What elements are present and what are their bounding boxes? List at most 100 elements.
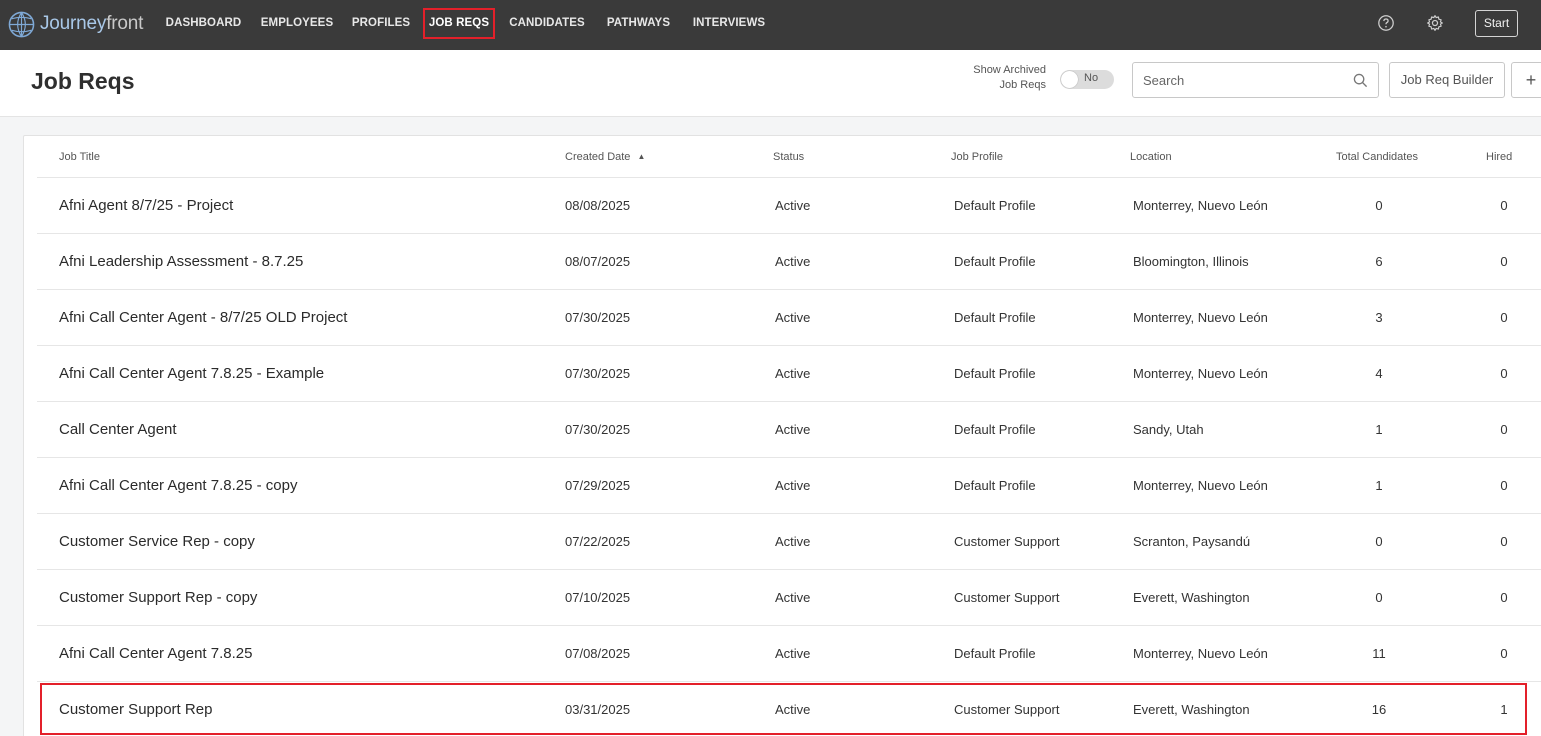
job-title-cell[interactable]: Afni Call Center Agent - 8/7/25 OLD Proj… [59, 309, 347, 326]
column-header-created-date-label: Created Date [565, 151, 631, 163]
sort-ascending-icon: ▲ [637, 152, 646, 161]
logo-text-journey: Journey [40, 13, 107, 34]
hired-cell: 1 [1500, 702, 1508, 717]
status-cell: Active [775, 366, 811, 381]
page-title: Job Reqs [31, 68, 135, 94]
show-archived-toggle[interactable]: No [1060, 70, 1114, 89]
status-cell: Active [775, 702, 811, 717]
created-date-cell: 07/10/2025 [565, 590, 631, 605]
job-profile-cell: Default Profile [954, 646, 1036, 661]
location-cell: Sandy, Utah [1133, 422, 1204, 437]
location-cell: Everett, Washington [1133, 702, 1250, 717]
hired-cell: 0 [1500, 366, 1508, 381]
logo-text-front: front [106, 13, 144, 34]
status-cell: Active [775, 534, 811, 549]
created-date-cell: 03/31/2025 [565, 702, 631, 717]
table-row[interactable]: Afni Call Center Agent 7.8.25 - copy 07/2… [37, 457, 1541, 513]
job-profile-cell: Default Profile [954, 478, 1036, 493]
job-profile-cell: Default Profile [954, 366, 1036, 381]
created-date-cell: 07/29/2025 [565, 478, 631, 493]
job-title-cell[interactable]: Afni Call Center Agent 7.8.25 - copy [59, 477, 297, 494]
column-header-hired[interactable]: Hired [1486, 151, 1512, 163]
status-cell: Active [775, 254, 811, 269]
status-cell: Active [775, 422, 811, 437]
location-cell: Monterrey, Nuevo León [1133, 646, 1268, 661]
column-header-location[interactable]: Location [1130, 151, 1172, 163]
location-cell: Bloomington, Illinois [1133, 254, 1249, 269]
add-job-req-button[interactable]: + [1511, 62, 1541, 98]
nav-pathways[interactable]: PATHWAYS [603, 8, 674, 39]
hired-cell: 0 [1500, 646, 1508, 661]
job-title-cell[interactable]: Customer Support Rep [59, 701, 212, 718]
table-row[interactable]: Afni Call Center Agent 7.8.25 07/08/2025 A… [37, 625, 1541, 681]
total-candidates-cell: 0 [1375, 534, 1383, 549]
location-cell: Monterrey, Nuevo León [1133, 478, 1268, 493]
nav-dashboard[interactable]: DASHBOARD [163, 8, 244, 39]
table-row[interactable]: Afni Leadership Assessment - 8.7.25 08/07… [37, 233, 1541, 289]
total-candidates-cell: 4 [1375, 366, 1383, 381]
status-cell: Active [775, 310, 811, 325]
status-cell: Active [775, 646, 811, 661]
job-title-cell[interactable]: Afni Call Center Agent 7.8.25 - Example [59, 365, 324, 382]
total-candidates-cell: 11 [1372, 646, 1386, 661]
job-profile-cell: Customer Support [954, 534, 1060, 549]
column-header-job-profile[interactable]: Job Profile [951, 151, 1003, 163]
hired-cell: 0 [1500, 198, 1508, 213]
status-cell: Active [775, 198, 811, 213]
job-title-cell[interactable]: Afni Agent 8/7/25 - Project [59, 197, 233, 214]
column-header-total-candidates[interactable]: Total Candidates [1336, 151, 1418, 163]
table-row[interactable]: Afni Call Center Agent 7.8.25 - Example 0… [37, 345, 1541, 401]
search-input[interactable] [1143, 71, 1343, 89]
job-profile-cell: Default Profile [954, 198, 1036, 213]
table-row[interactable]: Afni Agent 8/7/25 - Project 08/08/2025 Act… [37, 177, 1541, 233]
table-row[interactable]: Customer Support Rep 03/31/2025 Active Cust… [37, 681, 1541, 736]
nav-job-reqs[interactable]: JOB REQS [423, 8, 495, 39]
show-archived-line1: Show Archived [973, 64, 1046, 76]
created-date-cell: 07/30/2025 [565, 366, 631, 381]
job-title-cell[interactable]: Afni Leadership Assessment - 8.7.25 [59, 253, 303, 270]
search-icon[interactable] [1353, 73, 1368, 88]
total-candidates-cell: 16 [1371, 702, 1387, 717]
location-cell: Monterrey, Nuevo León [1133, 366, 1268, 381]
location-cell: Monterrey, Nuevo León [1133, 198, 1268, 213]
job-profile-cell: Customer Support [954, 590, 1060, 605]
column-header-job-title[interactable]: Job Title [59, 151, 100, 163]
status-cell: Active [775, 478, 811, 493]
table-row[interactable]: Afni Call Center Agent - 8/7/25 OLD Proj… [37, 289, 1541, 345]
column-header-status[interactable]: Status [773, 151, 804, 163]
status-cell: Active [775, 590, 811, 605]
hired-cell: 0 [1500, 534, 1508, 549]
job-req-builder-button[interactable]: Job Req Builder [1389, 62, 1505, 98]
job-profile-cell: Default Profile [954, 422, 1036, 437]
created-date-cell: 08/08/2025 [565, 198, 631, 213]
nav-profiles[interactable]: PROFILES [350, 8, 412, 39]
show-archived-label: Show Archived Job Reqs [960, 63, 1046, 93]
location-cell: Everett, Washington [1133, 590, 1250, 605]
toggle-knob [1061, 71, 1078, 88]
location-cell: Scranton, Paysandú [1133, 534, 1251, 549]
journeyfront-logo[interactable]: Journeyfront [8, 9, 143, 39]
table-row[interactable]: Customer Support Rep - copy 07/10/2025 Act… [37, 569, 1541, 625]
job-title-cell[interactable]: Customer Service Rep - copy [59, 533, 255, 550]
created-date-cell: 07/30/2025 [565, 310, 631, 325]
gear-icon[interactable] [1426, 14, 1446, 34]
start-button[interactable]: Start [1475, 10, 1518, 37]
nav-employees[interactable]: EMPLOYEES [259, 8, 335, 39]
job-title-cell[interactable]: Customer Support Rep - copy [59, 589, 257, 606]
job-profile-cell: Default Profile [954, 310, 1036, 325]
table-row[interactable]: Customer Service Rep - copy 07/22/2025 Act… [37, 513, 1541, 569]
help-circle-icon[interactable] [1377, 14, 1397, 34]
total-candidates-cell: 0 [1375, 590, 1383, 605]
table-row[interactable]: Call Center Agent 07/30/2025 Active Default… [37, 401, 1541, 457]
job-title-cell[interactable]: Call Center Agent [59, 421, 177, 438]
total-candidates-cell: 3 [1375, 310, 1383, 325]
nav-interviews[interactable]: INTERVIEWS [689, 8, 769, 39]
nav-candidates[interactable]: CANDIDATES [506, 8, 588, 39]
hired-cell: 0 [1500, 422, 1508, 437]
job-title-cell[interactable]: Afni Call Center Agent 7.8.25 [59, 645, 252, 662]
created-date-cell: 07/30/2025 [565, 422, 631, 437]
location-cell: Monterrey, Nuevo León [1133, 310, 1268, 325]
top-nav: Journeyfront DASHBOARD EMPLOYEES PROFILE… [0, 0, 1541, 50]
column-header-created-date[interactable]: Created Date ▲ [565, 151, 645, 163]
page-header: Job Reqs Show Archived Job Reqs No Job R… [0, 50, 1541, 117]
